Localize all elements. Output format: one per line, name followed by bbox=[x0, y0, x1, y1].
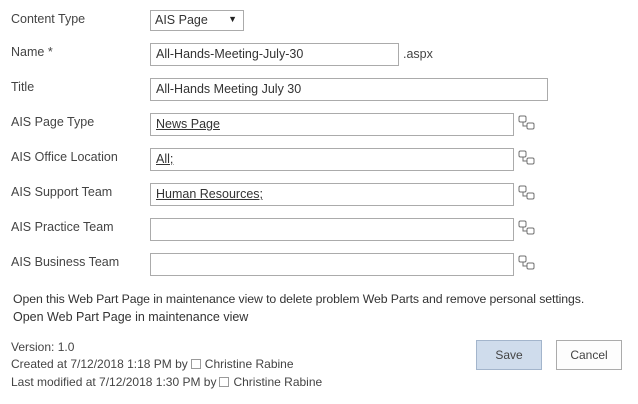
save-button[interactable]: Save bbox=[476, 340, 542, 370]
modified-info: Last modified at 7/12/2018 1:30 PM by Chr… bbox=[11, 375, 322, 389]
modified-by-user[interactable]: Christine Rabine bbox=[233, 375, 322, 389]
modified-prefix: Last modified at 7/12/2018 1:30 PM by bbox=[11, 375, 217, 389]
page-type-input[interactable]: News Page bbox=[150, 113, 514, 136]
support-team-value[interactable]: Human Resources; bbox=[156, 187, 263, 201]
dropdown-arrow-icon: ▼ bbox=[228, 14, 237, 24]
support-team-label: AIS Support Team bbox=[11, 185, 113, 199]
name-label: Name * bbox=[11, 45, 53, 59]
business-team-label: AIS Business Team bbox=[11, 255, 120, 269]
taxonomy-picker-icon[interactable] bbox=[518, 115, 536, 131]
title-input[interactable]: All-Hands Meeting July 30 bbox=[150, 78, 548, 101]
created-info: Created at 7/12/2018 1:18 PM by Christine… bbox=[11, 357, 294, 371]
created-prefix: Created at 7/12/2018 1:18 PM by bbox=[11, 357, 188, 371]
required-mark: * bbox=[47, 45, 53, 59]
title-label: Title bbox=[11, 80, 35, 94]
taxonomy-picker-icon[interactable] bbox=[518, 220, 536, 236]
page-type-label: AIS Page Type bbox=[11, 115, 95, 129]
office-location-label: AIS Office Location bbox=[11, 150, 118, 164]
business-team-input[interactable] bbox=[150, 253, 514, 276]
practice-team-label: AIS Practice Team bbox=[11, 220, 114, 234]
office-location-input[interactable]: All; bbox=[150, 148, 514, 171]
taxonomy-picker-icon[interactable] bbox=[518, 255, 536, 271]
content-type-label: Content Type bbox=[11, 12, 86, 26]
office-location-value[interactable]: All; bbox=[156, 152, 173, 166]
maintenance-description: Open this Web Part Page in maintenance v… bbox=[13, 292, 585, 306]
page-type-value[interactable]: News Page bbox=[156, 117, 220, 131]
created-by-user[interactable]: Christine Rabine bbox=[205, 357, 294, 371]
name-input[interactable]: All-Hands-Meeting-July-30 bbox=[150, 43, 399, 66]
cancel-button[interactable]: Cancel bbox=[556, 340, 622, 370]
name-label-text: Name bbox=[11, 45, 45, 59]
version-text: Version: 1.0 bbox=[11, 340, 75, 354]
taxonomy-picker-icon[interactable] bbox=[518, 150, 536, 166]
presence-checkbox-icon bbox=[190, 359, 201, 369]
name-extension: .aspx bbox=[403, 47, 433, 61]
taxonomy-picker-icon[interactable] bbox=[518, 185, 536, 201]
content-type-value: AIS Page bbox=[155, 13, 208, 27]
maintenance-link[interactable]: Open Web Part Page in maintenance view bbox=[13, 310, 248, 324]
content-type-select[interactable]: AIS Page ▼ bbox=[150, 10, 244, 31]
presence-checkbox-icon bbox=[219, 377, 230, 387]
support-team-input[interactable]: Human Resources; bbox=[150, 183, 514, 206]
practice-team-input[interactable] bbox=[150, 218, 514, 241]
